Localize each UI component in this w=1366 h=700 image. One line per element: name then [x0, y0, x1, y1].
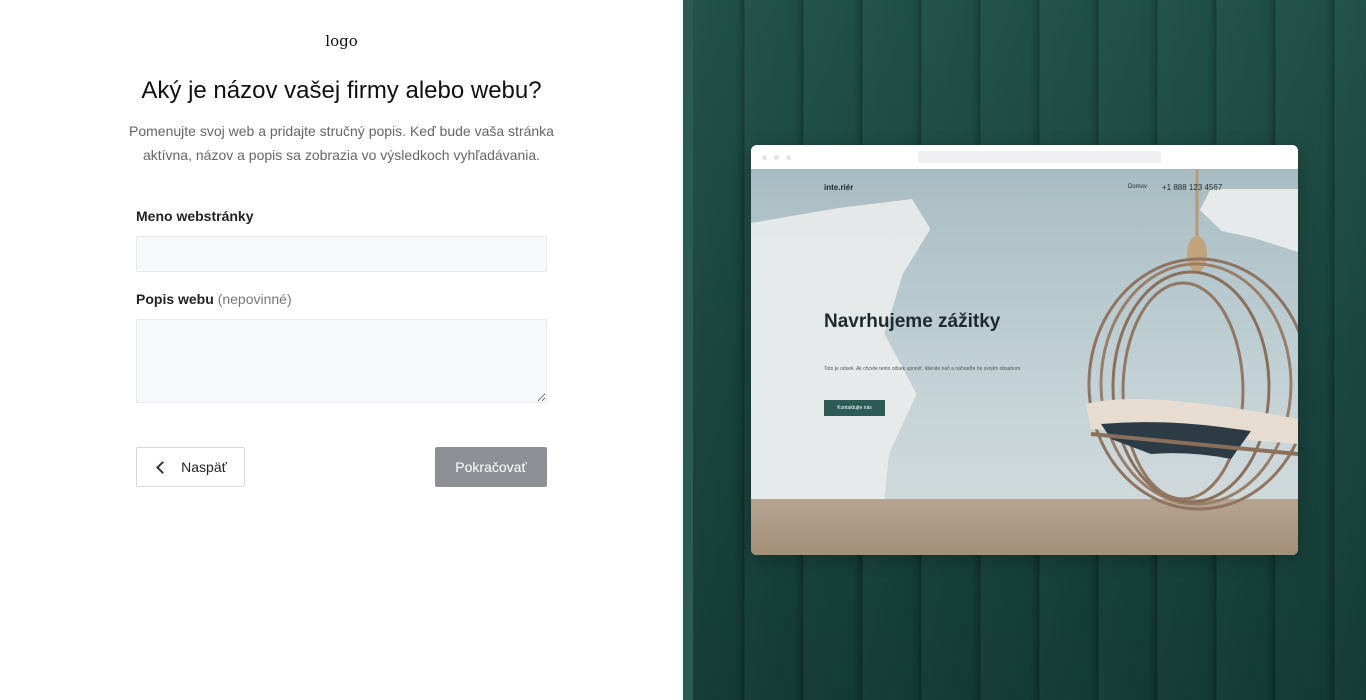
back-button-label: Naspäť: [181, 459, 227, 475]
window-dot-icon: [774, 155, 779, 160]
site-description-label: Popis webu (nepovinné): [136, 291, 292, 307]
form-pane: logo Aký je názov vašej firmy alebo webu…: [0, 0, 683, 700]
hanging-chair-illustration: [1086, 169, 1298, 511]
site-name-input[interactable]: [136, 236, 547, 272]
logo: logo: [325, 32, 358, 50]
hero-image: inte.riér Domov +1 888 123 4567 Navrhuje…: [751, 169, 1298, 555]
window-dot-icon: [786, 155, 791, 160]
continue-button[interactable]: Pokračovať: [435, 447, 547, 487]
site-name-label: Meno webstránky: [136, 208, 253, 224]
window-dot-icon: [762, 155, 767, 160]
back-button[interactable]: Naspäť: [136, 447, 245, 487]
site-name-label-text: Meno webstránky: [136, 208, 254, 224]
template-preview: inte.riér Domov +1 888 123 4567 Navrhuje…: [751, 145, 1298, 555]
template-preview-pane: inte.riér Domov +1 888 123 4567 Navrhuje…: [683, 0, 1366, 700]
continue-button-label: Pokračovať: [455, 459, 527, 475]
preview-site-logo: inte.riér: [824, 183, 854, 192]
browser-chrome: [751, 145, 1298, 169]
site-description-input[interactable]: [136, 319, 547, 403]
preview-contact-button: Kontaktujte nás: [824, 400, 885, 416]
chevron-left-icon: [156, 460, 170, 474]
url-bar: [918, 151, 1161, 163]
preview-nav-home: Domov: [1128, 184, 1148, 190]
page-subtitle: Pomenujte svoj web a pridajte stručný po…: [129, 123, 554, 163]
optional-hint: (nepovinné): [217, 291, 292, 307]
preview-phone: +1 888 123 4567: [1162, 183, 1223, 192]
preview-headline: Navrhujeme zážitky: [824, 311, 1001, 332]
page-title: Aký je názov vašej firmy alebo webu?: [141, 77, 542, 104]
site-description-label-text: Popis webu: [136, 291, 214, 307]
preview-paragraph: Toto je odsek. Ak chcete tento odsek upr…: [824, 366, 1022, 372]
